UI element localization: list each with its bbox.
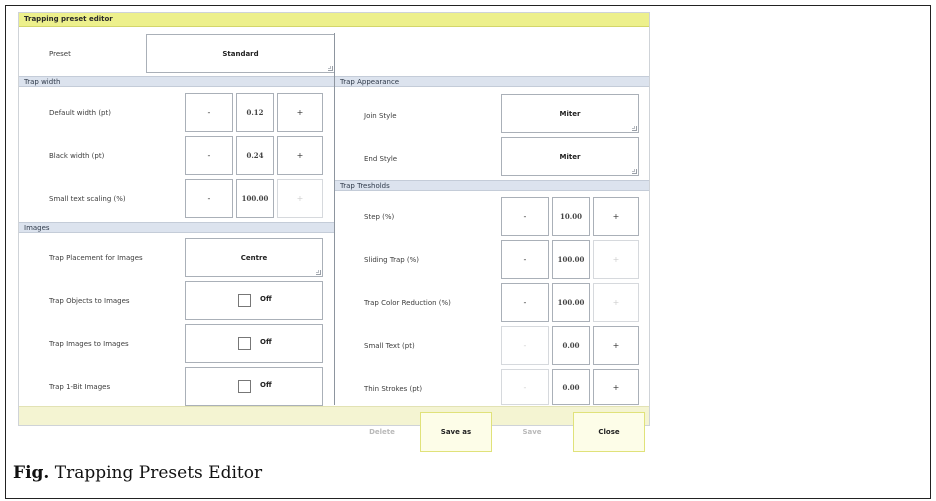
trap-placement-value: Centre xyxy=(240,253,268,262)
thin-strokes-value[interactable]: 0.00 xyxy=(552,369,590,405)
images-header: Images xyxy=(19,222,334,233)
step-value[interactable]: 10.00 xyxy=(552,197,590,236)
default-width-label: Default width (pt) xyxy=(49,109,111,117)
close-button[interactable]: Close xyxy=(573,412,645,452)
join-style-label: Join Style xyxy=(364,112,397,120)
step-increment-button[interactable]: + xyxy=(593,197,639,236)
default-width-decrement-button[interactable]: - xyxy=(185,93,233,132)
trap-color-reduction-label: Trap Color Reduction (%) xyxy=(364,299,451,307)
end-style-value: Miter xyxy=(559,152,581,161)
black-width-increment-button[interactable]: + xyxy=(277,136,323,175)
small-text-increment-button[interactable]: + xyxy=(593,326,639,365)
trap-images-to-images-label: Trap Images to Images xyxy=(49,340,129,348)
checkbox-icon xyxy=(238,337,251,350)
small-text-scaling-decrement-button[interactable]: - xyxy=(185,179,233,218)
trap-placement-label: Trap Placement for Images xyxy=(49,254,143,262)
trap-thresholds-header: Trap Tresholds xyxy=(335,180,649,191)
resize-grip-icon xyxy=(328,66,333,71)
trap-appearance-header-label: Trap Appearance xyxy=(340,78,400,86)
default-width-value[interactable]: 0.12 xyxy=(236,93,274,132)
trap-images-to-images-toggle[interactable]: Off xyxy=(185,324,323,363)
trap-objects-to-images-label: Trap Objects to Images xyxy=(49,297,130,305)
trap-thresholds-header-label: Trap Tresholds xyxy=(340,182,390,190)
preset-value: Standard xyxy=(222,49,259,58)
title-bar: Trapping preset editor xyxy=(19,13,649,27)
thin-strokes-label: Thin Strokes (pt) xyxy=(364,385,423,393)
preset-dropdown[interactable]: Standard xyxy=(146,34,335,73)
black-width-value[interactable]: 0.24 xyxy=(236,136,274,175)
sliding-trap-value[interactable]: 100.00 xyxy=(552,240,590,279)
default-width-increment-button[interactable]: + xyxy=(277,93,323,132)
trap-1bit-images-state: Off xyxy=(260,381,272,389)
small-text-decrement-button[interactable]: - xyxy=(501,326,549,365)
caption-text: Trapping Presets Editor xyxy=(49,463,263,483)
preset-label: Preset xyxy=(49,50,71,58)
trap-appearance-header: Trap Appearance xyxy=(335,76,649,87)
trap-width-header-label: Trap width xyxy=(24,78,61,86)
join-style-value: Miter xyxy=(559,109,581,118)
end-style-dropdown[interactable]: Miter xyxy=(501,137,639,176)
checkbox-icon xyxy=(238,380,251,393)
delete-button[interactable]: Delete xyxy=(352,412,412,452)
trap-1bit-images-label: Trap 1-Bit Images xyxy=(49,383,111,391)
trap-color-reduction-value[interactable]: 100.00 xyxy=(552,283,590,322)
sliding-trap-decrement-button[interactable]: - xyxy=(501,240,549,279)
small-text-value[interactable]: 0.00 xyxy=(552,326,590,365)
join-style-dropdown[interactable]: Miter xyxy=(501,94,639,133)
checkbox-icon xyxy=(238,294,251,307)
step-label: Step (%) xyxy=(364,213,395,221)
small-text-scaling-increment-button[interactable]: + xyxy=(277,179,323,218)
trap-color-reduction-increment-button[interactable]: + xyxy=(593,283,639,322)
resize-grip-icon xyxy=(632,126,637,131)
save-button[interactable]: Save xyxy=(502,412,562,452)
sliding-trap-label: Sliding Trap (%) xyxy=(364,256,420,264)
black-width-decrement-button[interactable]: - xyxy=(185,136,233,175)
trapping-preset-editor-window: Trapping preset editor Preset Standard T… xyxy=(18,12,650,426)
trap-images-to-images-state: Off xyxy=(260,338,272,346)
trap-1bit-images-toggle[interactable]: Off xyxy=(185,367,323,406)
trap-objects-to-images-toggle[interactable]: Off xyxy=(185,281,323,320)
column-divider xyxy=(334,33,335,405)
figure-caption: Fig. Trapping Presets Editor xyxy=(13,463,262,483)
window-title: Trapping preset editor xyxy=(24,15,113,23)
thin-strokes-decrement-button[interactable]: - xyxy=(501,369,549,405)
trap-color-reduction-decrement-button[interactable]: - xyxy=(501,283,549,322)
small-text-label: Small Text (pt) xyxy=(364,342,415,350)
thin-strokes-increment-button[interactable]: + xyxy=(593,369,639,405)
resize-grip-icon xyxy=(316,270,321,275)
caption-prefix: Fig. xyxy=(13,463,50,483)
end-style-label: End Style xyxy=(364,155,398,163)
save-as-button[interactable]: Save as xyxy=(420,412,492,452)
small-text-scaling-value[interactable]: 100.00 xyxy=(236,179,274,218)
black-width-label: Black width (pt) xyxy=(49,152,105,160)
trap-objects-to-images-state: Off xyxy=(260,295,272,303)
images-header-label: Images xyxy=(24,224,50,232)
resize-grip-icon xyxy=(632,169,637,174)
trap-placement-dropdown[interactable]: Centre xyxy=(185,238,323,277)
small-text-scaling-label: Small text scaling (%) xyxy=(49,195,126,203)
sliding-trap-increment-button[interactable]: + xyxy=(593,240,639,279)
step-decrement-button[interactable]: - xyxy=(501,197,549,236)
trap-width-header: Trap width xyxy=(19,76,334,87)
